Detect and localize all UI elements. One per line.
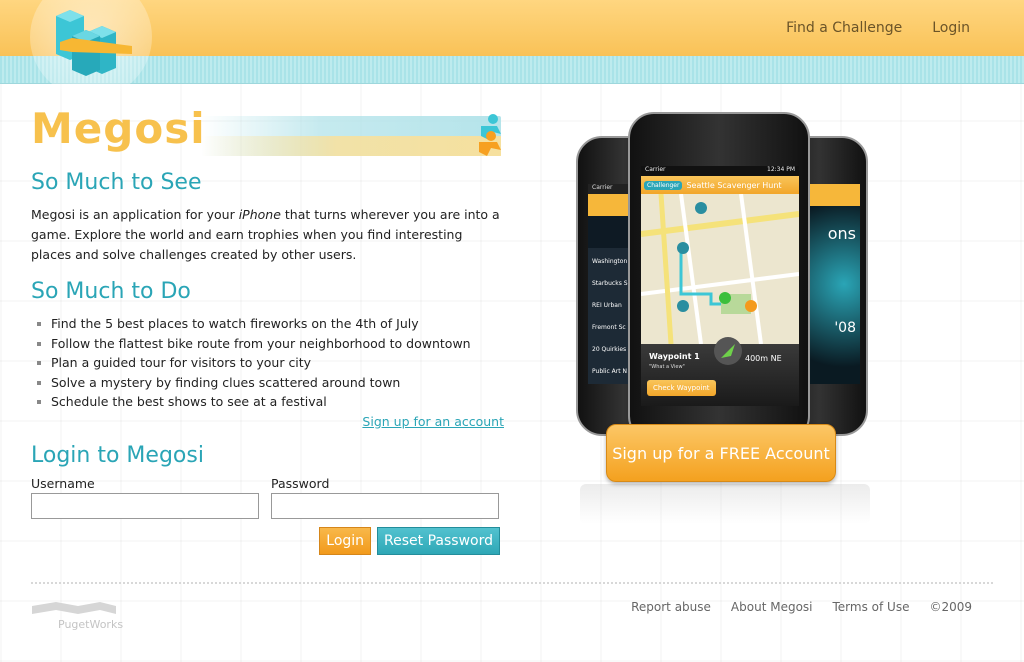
top-nav: Find a Challenge Login [786, 20, 970, 36]
section-title-see: So Much to See [31, 170, 202, 195]
login-form: Username Password [31, 476, 506, 519]
carrier-label: Carrier [645, 166, 666, 173]
waypoint-subtitle: "What a View" [649, 364, 685, 370]
map-view[interactable] [641, 193, 799, 345]
phone-status-bar: Carrier 12:34 PM [641, 166, 799, 176]
header-stripe [0, 56, 1024, 84]
phone-center-screen: Carrier 12:34 PM Challenger Seattle Scav… [641, 166, 799, 406]
list-item: Schedule the best shows to see at a fest… [31, 392, 506, 412]
report-abuse-link[interactable]: Report abuse [631, 600, 711, 614]
list-item: Find the 5 best places to watch firework… [31, 314, 506, 334]
copyright: ©2009 [929, 600, 972, 614]
footer-divider [31, 582, 993, 584]
password-label: Password [271, 475, 330, 491]
brand-stripe-orange [201, 136, 501, 156]
intro-text-prefix: Megosi is an application for your [31, 207, 239, 222]
intro-text-emphasis: iPhone [238, 207, 281, 222]
compass-arrow-icon [714, 337, 742, 365]
waypoint-title: Waypoint 1 [649, 352, 700, 361]
megosi-logo-icon[interactable] [52, 6, 136, 78]
map-pin-icon[interactable] [677, 242, 689, 254]
login-buttons: Login Reset Password [31, 526, 500, 555]
main-content: Megosi So Much to See Megosi is an appli… [31, 100, 506, 555]
brand-title: Megosi [31, 104, 206, 153]
runner-icon [719, 292, 731, 304]
section-title-do: So Much to Do [31, 279, 191, 304]
runners-icon [479, 114, 501, 156]
list-item: Follow the flattest bike route from your… [31, 334, 506, 354]
intro-paragraph: Megosi is an application for your iPhone… [31, 205, 506, 265]
nav-login[interactable]: Login [932, 20, 970, 36]
waypoint-distance: 400m NE [745, 354, 782, 363]
phone-nav-bar: Challenger Seattle Scavenger Hunt [641, 176, 799, 194]
reset-password-button[interactable]: Reset Password [377, 526, 500, 555]
phone-screen-title: Seattle Scavenger Hunt [686, 180, 782, 190]
challenge-examples-list: Find the 5 best places to watch firework… [31, 314, 506, 412]
map-pin-icon[interactable] [745, 300, 757, 312]
check-waypoint-button[interactable]: Check Waypoint [647, 380, 716, 396]
phone-reflection [580, 484, 870, 524]
phone-right-text: ons [827, 224, 856, 243]
pugetworks-logo[interactable]: PugetWorks [30, 598, 150, 630]
login-title: Login to Megosi [31, 442, 204, 468]
nav-find-challenge[interactable]: Find a Challenge [786, 20, 902, 36]
brand-row: Megosi [31, 100, 506, 164]
list-item: Solve a mystery by finding clues scatter… [31, 373, 506, 393]
company-name: PugetWorks [58, 618, 123, 630]
about-link[interactable]: About Megosi [731, 600, 813, 614]
terms-link[interactable]: Terms of Use [833, 600, 910, 614]
free-signup-button[interactable]: Sign up for a FREE Account [606, 424, 836, 482]
username-label: Username [31, 475, 95, 491]
phone-right-year: '08 [834, 320, 856, 336]
password-input[interactable] [271, 492, 499, 519]
time-label: 12:34 PM [767, 166, 795, 173]
map-pin-icon[interactable] [677, 300, 689, 312]
login-button[interactable]: Login [319, 526, 372, 555]
map-pin-icon[interactable] [695, 202, 707, 214]
footer-links: Report abuse About Megosi Terms of Use ©… [631, 600, 972, 614]
waypoint-panel: Waypoint 1 "What a View" 400m NE Check W… [641, 337, 799, 406]
list-item: Plan a guided tour for visitors to your … [31, 353, 506, 373]
username-input[interactable] [31, 492, 259, 519]
phone-back-button[interactable]: Challenger [644, 180, 683, 190]
username-field-group: Username [31, 476, 259, 519]
password-field-group: Password [271, 476, 499, 519]
signup-link[interactable]: Sign up for an account [31, 414, 504, 429]
phone-center: Carrier 12:34 PM Challenger Seattle Scav… [628, 112, 810, 442]
